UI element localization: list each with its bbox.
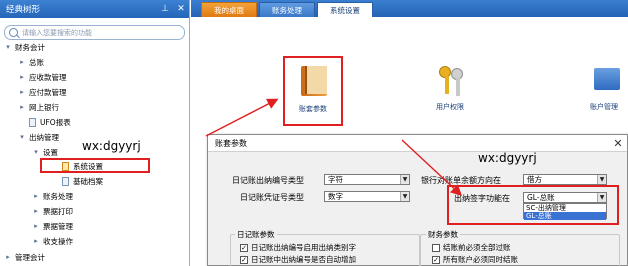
checkbox-checked: ✓ (240, 243, 248, 252)
chevron-right-icon: ▸ (20, 88, 24, 96)
chevron-down-icon: ▾ (20, 133, 24, 141)
search-icon (9, 28, 18, 37)
chevron-right-icon: ▸ (20, 73, 24, 81)
dialog-titlebar: 账套参数 ✕ (208, 135, 627, 152)
checkbox-checked: ✓ (432, 255, 440, 264)
tab-account-processing[interactable]: 账务处理 (259, 2, 315, 17)
screen: 经典树形 ⊥ ✕ 请输入您要搜索的功能 ▾ 财务会计 ▸ 总账 ▸ 应收款管理 … (0, 0, 628, 266)
tree-item-bank[interactable]: ▸ 网上银行 (18, 101, 59, 114)
tree-item-label: 收支操作 (43, 237, 73, 246)
user-permissions-label: 用户权限 (436, 103, 464, 111)
book-icon (301, 66, 327, 96)
tree-item-label: 总账 (29, 58, 44, 67)
chevron-right-icon: ▸ (6, 253, 10, 261)
chevron-right-icon: ▸ (20, 58, 24, 66)
journal-option-checkbox[interactable]: ✓ 日记账中出纳编号是否自动增加 (240, 254, 356, 265)
checkbox-label: 所有账户必须同时结账 (443, 255, 518, 264)
search-placeholder: 请输入您要搜索的功能 (22, 28, 92, 37)
tree-item-label: 票据管理 (43, 222, 73, 231)
chevron-down-icon: ▼ (400, 175, 409, 184)
checkbox-label: 结账前必须全部过账 (443, 243, 511, 252)
tree-item-ufo[interactable]: UFO报表 (29, 116, 71, 129)
tree-item-basic-archive[interactable]: 基础档案 (62, 175, 103, 188)
chevron-right-icon: ▸ (34, 207, 38, 215)
tree-item-account-proc[interactable]: ▸ 账务处理 (32, 190, 73, 203)
balance-direction-select[interactable]: 借方 ▼ (523, 174, 607, 185)
watermark: wx:dgyyrj (478, 151, 537, 165)
tab-system-settings[interactable]: 系统设置 (317, 2, 373, 17)
key-shaft (456, 78, 460, 96)
chevron-down-icon: ▼ (597, 175, 606, 184)
select-value: 字符 (328, 175, 343, 184)
journal-no-type-select[interactable]: 字符 ▼ (324, 174, 410, 185)
finance-option-checkbox[interactable]: 结账前必须全部过账 (432, 242, 511, 253)
checkbox-unchecked (432, 243, 440, 252)
account-params-button[interactable]: 账套参数 (283, 56, 343, 126)
chevron-right-icon: ▸ (34, 237, 38, 245)
close-icon[interactable]: ✕ (173, 4, 189, 14)
journal-option-checkbox[interactable]: ✓ 日记账出纳编号启用出纳类别字 (240, 242, 356, 253)
tree-item-gl[interactable]: ▸ 总账 (18, 56, 44, 69)
tree-item-ap[interactable]: ▸ 应付款管理 (18, 86, 67, 99)
user-permissions-button[interactable]: 用户权限 (425, 62, 475, 112)
tree-item-income-expense[interactable]: ▸ 收支操作 (32, 235, 73, 248)
voucher-no-type-label: 日记账凭证号类型 (240, 193, 304, 202)
pin-icon[interactable]: ⊥ (157, 4, 173, 14)
search-input[interactable]: 请输入您要搜索的功能 (4, 25, 185, 40)
tree-item-label: 管理会计 (15, 253, 45, 262)
sidebar: 经典树形 ⊥ ✕ 请输入您要搜索的功能 ▾ 财务会计 ▸ 总账 ▸ 应收款管理 … (0, 0, 190, 266)
tab-bar: 我的桌面 账务处理 系统设置 (191, 0, 628, 17)
tree-item-label: 财务会计 (15, 43, 45, 52)
checkbox-label: 日记账出纳编号启用出纳类别字 (251, 243, 356, 252)
chevron-right-icon: ▸ (34, 192, 38, 200)
chevron-down-icon: ▾ (6, 43, 10, 51)
account-mgmt-label: 账户管理 (590, 103, 618, 111)
sidebar-title: 经典树形 (6, 5, 41, 15)
tree-item-label: 出纳管理 (29, 133, 59, 142)
tree-item-cashier[interactable]: ▾ 出纳管理 (18, 131, 59, 144)
watermark: wx:dgyyrj (82, 139, 141, 153)
highlight-box (447, 185, 619, 225)
journal-params-title: 日记账参数 (235, 229, 277, 240)
document-icon (29, 118, 36, 127)
select-value: 借方 (527, 175, 542, 184)
tree-item-label: 票据打印 (43, 207, 73, 216)
chevron-down-icon: ▼ (400, 192, 409, 201)
tree-item-label: 账务处理 (43, 192, 73, 201)
chevron-down-icon: ▾ (34, 148, 38, 156)
account-mgmt-button[interactable]: 账户管理 (580, 62, 628, 112)
tree-item-label: 应收款管理 (29, 73, 67, 82)
select-value: 数字 (328, 192, 343, 201)
chevron-right-icon: ▸ (34, 222, 38, 230)
close-icon[interactable]: ✕ (609, 137, 627, 150)
tree-item-label: 网上银行 (29, 103, 59, 112)
tree-item-label: 基础档案 (73, 177, 103, 186)
tree-item-mgmt-accounting[interactable]: ▸ 管理会计 (4, 251, 45, 264)
journal-no-type-label: 日记账出纳编号类型 (232, 176, 304, 185)
tree-item-finance[interactable]: ▾ 财务会计 (4, 41, 45, 54)
chevron-right-icon: ▸ (20, 103, 24, 111)
finance-option-checkbox[interactable]: ✓ 所有账户必须同时结账 (432, 254, 518, 265)
tree-item-bill-print[interactable]: ▸ 票据打印 (32, 205, 73, 218)
tree-item-ar[interactable]: ▸ 应收款管理 (18, 71, 67, 84)
key-shaft (445, 76, 449, 94)
finance-params-title: 财务参数 (426, 229, 460, 240)
account-icon (594, 68, 620, 90)
tree-item-label: 应付款管理 (29, 88, 67, 97)
checkbox-checked: ✓ (240, 255, 248, 264)
dialog-title: 账套参数 (215, 138, 247, 148)
sidebar-header: 经典树形 ⊥ ✕ (0, 0, 189, 18)
account-params-label: 账套参数 (299, 105, 327, 113)
voucher-no-type-select[interactable]: 数字 ▼ (324, 191, 410, 202)
tree-item-bill-mgmt[interactable]: ▸ 票据管理 (32, 220, 73, 233)
tab-my-desktop[interactable]: 我的桌面 (201, 2, 257, 17)
highlight-box (40, 158, 150, 173)
checkbox-label: 日记账中出纳编号是否自动增加 (251, 255, 356, 264)
document-icon (62, 177, 69, 186)
tree-item-label: UFO报表 (40, 118, 71, 127)
